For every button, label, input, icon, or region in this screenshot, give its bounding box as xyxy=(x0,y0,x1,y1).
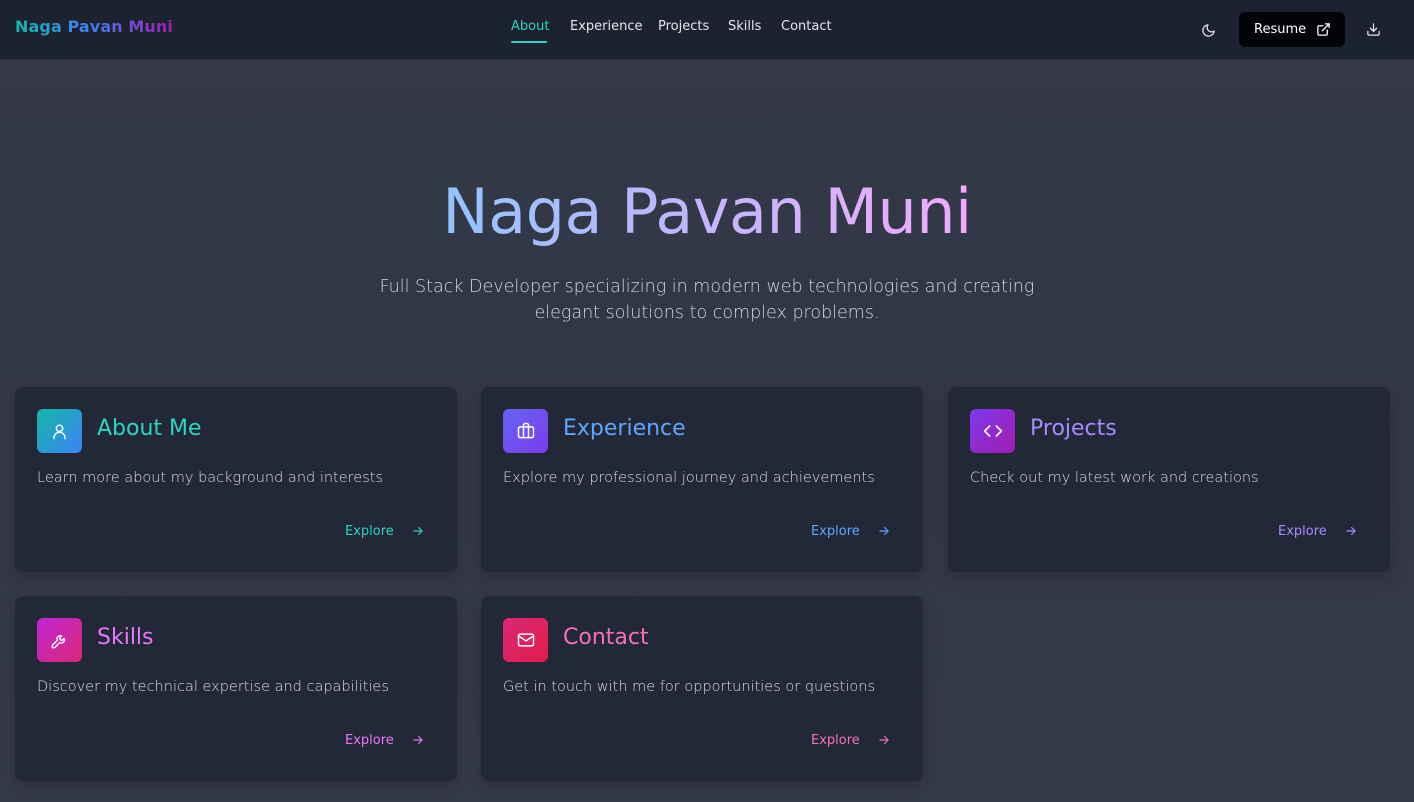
download-resume-button[interactable] xyxy=(1362,18,1384,40)
explore-link[interactable]: Explore xyxy=(345,521,425,541)
card-title: Skills xyxy=(97,625,154,650)
resume-button-label: Resume xyxy=(1254,22,1307,37)
hero-subtitle: Full Stack Developer specializing in mod… xyxy=(357,274,1057,326)
card-icon-contact xyxy=(503,618,548,662)
hero-title: Naga Pavan Muni xyxy=(0,172,1414,252)
moon-icon xyxy=(1201,23,1215,37)
card-description: Learn more about my background and inter… xyxy=(37,470,384,486)
explore-label: Explore xyxy=(811,732,860,748)
explore-link[interactable]: Explore xyxy=(811,521,891,541)
card-contact[interactable]: Contact Get in touch with me for opportu… xyxy=(481,596,923,781)
card-icon-skills xyxy=(37,618,82,662)
hero-title-text: Naga Pavan Muni xyxy=(442,175,972,248)
nav-link-projects[interactable]: Projects xyxy=(658,19,709,34)
nav-link-about[interactable]: About xyxy=(511,19,549,34)
navbar: Naga Pavan Muni About Experience Project… xyxy=(0,0,1414,60)
card-icon-about xyxy=(37,409,82,453)
nav-active-indicator xyxy=(511,41,547,43)
explore-label: Explore xyxy=(811,523,860,539)
arrow-right-icon xyxy=(879,735,889,745)
mail-icon xyxy=(517,633,534,647)
external-link-icon xyxy=(1317,23,1330,36)
card-title: Projects xyxy=(1030,416,1117,441)
download-icon xyxy=(1366,22,1380,36)
card-skills[interactable]: Skills Discover my technical expertise a… xyxy=(15,596,457,781)
arrow-right-icon xyxy=(413,526,423,536)
card-projects[interactable]: Projects Check out my latest work and cr… xyxy=(948,387,1390,572)
user-icon xyxy=(53,423,66,439)
resume-button[interactable]: Resume xyxy=(1239,12,1345,47)
theme-toggle-button[interactable] xyxy=(1196,18,1220,42)
card-about-me[interactable]: About Me Learn more about my background … xyxy=(15,387,457,572)
explore-link[interactable]: Explore xyxy=(1278,521,1358,541)
explore-label: Explore xyxy=(345,732,394,748)
explore-link[interactable]: Explore xyxy=(811,730,891,750)
card-description: Discover my technical expertise and capa… xyxy=(37,679,389,695)
hero-subtitle-line-2: elegant solutions to complex problems. xyxy=(534,303,880,323)
wrench-icon xyxy=(51,634,66,648)
arrow-right-icon xyxy=(879,526,889,536)
explore-label: Explore xyxy=(1278,523,1327,539)
card-description: Get in touch with me for opportunities o… xyxy=(503,679,876,695)
hero-subtitle-line-1: Full Stack Developer specializing in mod… xyxy=(379,277,1035,297)
card-description: Check out my latest work and creations xyxy=(970,470,1259,486)
nav-link-contact[interactable]: Contact xyxy=(781,19,832,34)
card-experience[interactable]: Experience Explore my professional journ… xyxy=(481,387,923,572)
brand-logo-text[interactable]: Naga Pavan Muni xyxy=(15,17,173,36)
card-description: Explore my professional journey and achi… xyxy=(503,470,875,486)
card-title: Experience xyxy=(563,416,686,441)
card-icon-projects xyxy=(970,409,1015,453)
arrow-right-icon xyxy=(1346,526,1356,536)
nav-link-experience[interactable]: Experience xyxy=(570,19,643,34)
arrow-right-icon xyxy=(413,735,423,745)
card-icon-experience xyxy=(503,409,548,453)
explore-label: Explore xyxy=(345,523,394,539)
briefcase-icon xyxy=(517,422,534,439)
explore-link[interactable]: Explore xyxy=(345,730,425,750)
card-title: About Me xyxy=(97,416,202,441)
nav-link-skills[interactable]: Skills xyxy=(728,19,761,34)
card-title: Contact xyxy=(563,625,649,650)
code-icon xyxy=(983,425,1002,437)
